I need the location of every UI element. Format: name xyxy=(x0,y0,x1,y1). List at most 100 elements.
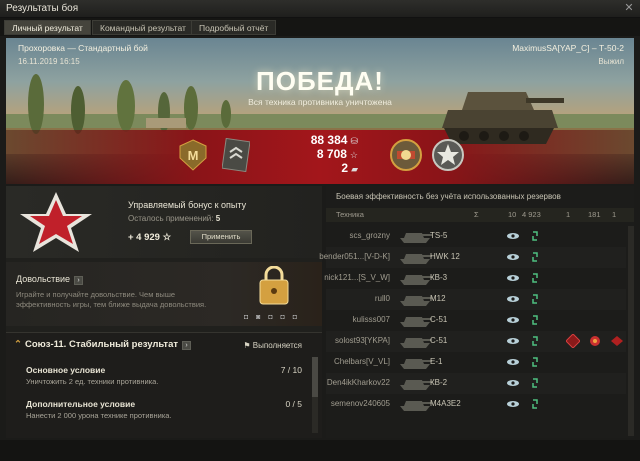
tab-team-result[interactable]: Командный результат xyxy=(92,20,194,35)
assist-link-icon xyxy=(532,252,538,262)
extra-condition-title: Дополнительное условие xyxy=(26,399,136,409)
table-row[interactable]: rull0 M12 xyxy=(326,289,626,310)
rank-chevron-icon[interactable] xyxy=(221,137,251,174)
tank-icon xyxy=(400,296,432,306)
mastery-badge-icon[interactable]: M xyxy=(178,138,208,174)
table-row[interactable]: solost93[YKPA] С-51 xyxy=(326,331,626,352)
tank-icon xyxy=(400,275,432,285)
crystals-row: 2 ▰ xyxy=(298,162,358,176)
chevron-right-icon[interactable]: › xyxy=(74,276,84,285)
col-kills: 10 xyxy=(508,210,517,219)
left-panel: Управляемый бонус к опыту Осталось приме… xyxy=(6,186,322,438)
apply-bonus-button[interactable]: Применить xyxy=(190,230,252,244)
svg-text:M: M xyxy=(188,148,199,163)
main-condition-progress: 7 / 10 xyxy=(280,365,302,375)
earnings-stats: 88 384 ⛁ 8 708 ☆ 2 ▰ xyxy=(298,134,358,176)
mission-status-label: Выполняется xyxy=(252,341,302,350)
tank-icon xyxy=(400,254,432,264)
bonus-title: Управляемый бонус к опыту xyxy=(128,200,247,210)
efficiency-panel: Боевая эффективность без учёта использов… xyxy=(319,186,634,438)
medal-star-icon[interactable] xyxy=(430,136,466,176)
tab-detailed-report[interactable]: Подробный отчёт xyxy=(191,20,277,35)
xp-row: 8 708 ☆ xyxy=(298,148,358,162)
xp-value: 8 708 xyxy=(316,147,347,161)
spotted-icon xyxy=(507,380,519,386)
title-bar: Результаты боя ✕ xyxy=(0,0,640,18)
tab-bar: Личный результат Командный результат Под… xyxy=(0,18,640,36)
spotted-icon xyxy=(507,233,519,239)
spotted-icon xyxy=(507,296,519,302)
tank-icon xyxy=(400,401,432,411)
table-row[interactable]: scs_grozny TS-5 xyxy=(326,226,626,247)
assist-link-icon xyxy=(532,399,538,409)
tank-name: КВ-2 xyxy=(430,378,448,387)
tank-name: M4A3E2 xyxy=(430,399,461,408)
bonus-remaining-value: 5 xyxy=(215,214,221,223)
efficiency-scrollbar[interactable] xyxy=(628,226,634,436)
xp-bonus-panel: Управляемый бонус к опыту Осталось приме… xyxy=(6,186,322,258)
tank-icon xyxy=(400,380,432,390)
player-name: bender051...[V-D-K] xyxy=(319,252,390,261)
mission-scrollbar[interactable] xyxy=(312,357,318,433)
player-name: Den4ikKharkov22 xyxy=(326,378,390,387)
tank-name: M12 xyxy=(430,294,446,303)
spotted-icon xyxy=(507,401,519,407)
xp-star-icon: ☆ xyxy=(349,150,358,160)
allowance-progress-dots: ◘ ◙ ◘ ◘ ◘ xyxy=(244,314,300,321)
mission-panel: ⌃ Союз-11. Стабильный результат › ⚑ Выполн… xyxy=(6,332,322,438)
table-row[interactable]: kulisss007 С-51 xyxy=(326,310,626,331)
scrollbar-thumb[interactable] xyxy=(312,357,318,397)
medal-cup-icon[interactable] xyxy=(388,136,424,176)
bottom-bar xyxy=(0,440,640,461)
tab-personal-result[interactable]: Личный результат xyxy=(4,20,91,35)
table-row[interactable]: bender051...[V-D-K] HWK 12 xyxy=(319,247,626,268)
col-assist: 181 xyxy=(588,210,601,219)
allowance-panel: Довольствие › Играйте и получайте довольс… xyxy=(6,262,322,326)
close-icon[interactable]: ✕ xyxy=(622,2,636,15)
table-row[interactable]: Chelbars[V_VL] Е-1 xyxy=(326,352,626,373)
mission-status: ⚑ Выполняется xyxy=(243,341,302,350)
tank-icon xyxy=(400,233,432,243)
tank-name: TS-5 xyxy=(430,231,448,240)
tank-name: HWK 12 xyxy=(430,252,460,261)
assist-link-icon xyxy=(532,231,538,241)
tank-name: КВ-3 xyxy=(430,273,448,282)
player-name: nick121...[S_V_W] xyxy=(324,273,390,282)
credits-value: 88 384 xyxy=(310,133,348,147)
mission-header[interactable]: ⌃ Союз-11. Стабильный результат › xyxy=(14,339,192,350)
efficiency-table-header: Техника Σ 10 4 923 1 181 1 xyxy=(326,208,634,222)
extra-condition-progress: 0 / 5 xyxy=(285,399,302,409)
table-row[interactable]: semenov240605 M4A3E2 xyxy=(326,394,626,415)
spotted-icon xyxy=(507,338,519,344)
main-condition-desc: Уничтожить 2 ед. техники противника. xyxy=(26,377,159,386)
allowance-description: Играйте и получайте довольствие. Чем выш… xyxy=(16,290,207,309)
red-star-icon xyxy=(20,192,92,252)
player-and-tank: MaximusSA[YAP_C] – Т-50-2 xyxy=(512,43,624,53)
bonus-remaining-label: Осталось применений: xyxy=(128,214,214,223)
tank-name: Е-1 xyxy=(430,357,443,366)
flag-icon: ⚑ xyxy=(243,341,251,350)
chevron-up-icon[interactable]: ⌃ xyxy=(14,339,22,350)
tank-icon xyxy=(400,338,432,348)
col-spotted: 1 xyxy=(612,210,617,219)
allowance-header[interactable]: Довольствие › xyxy=(16,274,84,285)
table-row[interactable]: Den4ikKharkov22 КВ-2 xyxy=(326,373,626,394)
lock-icon xyxy=(259,266,289,305)
assist-link-icon xyxy=(532,336,538,346)
mission-title: Союз-11. Стабильный результат xyxy=(24,339,179,350)
col-sum: Σ xyxy=(474,210,479,219)
window-title: Результаты боя xyxy=(6,3,79,14)
assist-link-icon xyxy=(532,294,538,304)
spotted-icon xyxy=(507,275,519,281)
col-crits: 1 xyxy=(566,210,571,219)
col-vehicle[interactable]: Техника xyxy=(336,210,364,219)
player-name: kulisss007 xyxy=(352,315,390,324)
chevron-right-icon[interactable]: › xyxy=(182,341,192,350)
efficiency-title: Боевая эффективность без учёта использов… xyxy=(336,192,561,201)
table-row[interactable]: nick121...[S_V_W] КВ-3 xyxy=(324,268,626,289)
assist-link-icon xyxy=(532,315,538,325)
assist-link-icon xyxy=(532,378,538,388)
damage-icon xyxy=(566,334,580,348)
spotted-icon xyxy=(507,359,519,365)
allowance-title: Довольствие xyxy=(16,274,71,284)
